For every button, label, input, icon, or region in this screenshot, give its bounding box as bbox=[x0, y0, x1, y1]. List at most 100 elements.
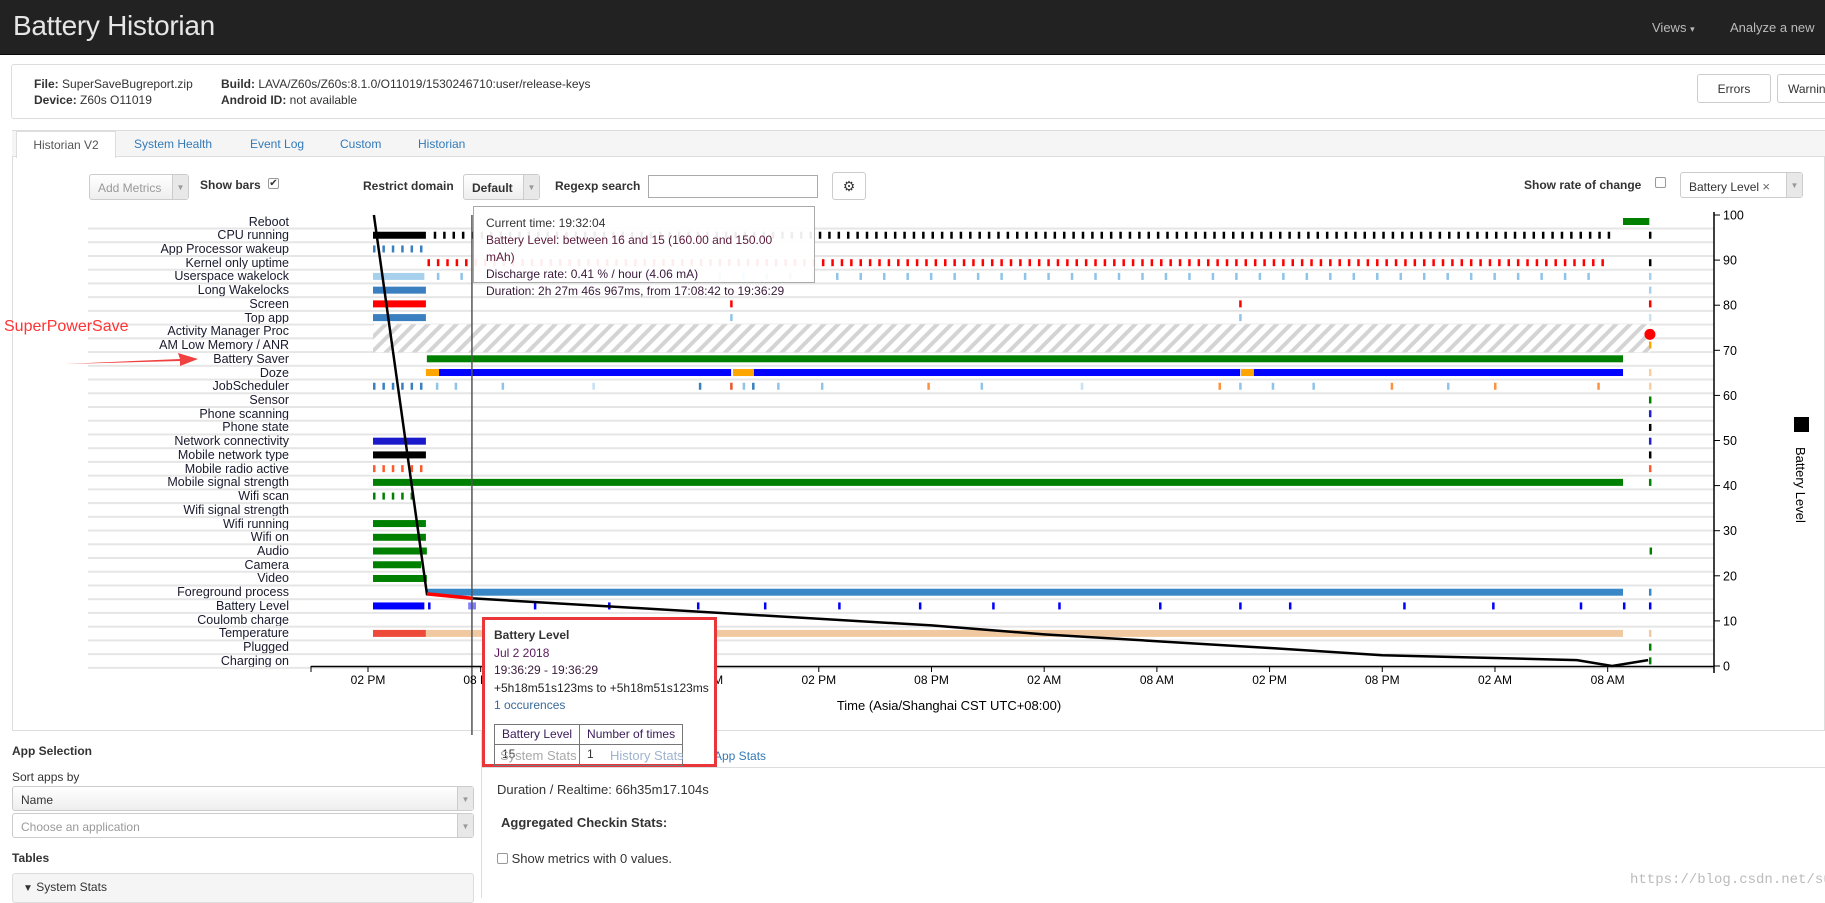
timeline-tick bbox=[1419, 231, 1423, 239]
timeline-tick bbox=[419, 465, 423, 473]
timeline-tick bbox=[1410, 231, 1413, 239]
timeline-tick bbox=[1429, 231, 1432, 239]
timeline-tick bbox=[401, 465, 404, 473]
timeline-tick bbox=[1037, 259, 1041, 267]
timeline-tick bbox=[382, 245, 385, 253]
timeline-tick bbox=[1239, 300, 1242, 308]
row-gridline bbox=[88, 447, 1714, 450]
timeline-tick bbox=[1310, 259, 1313, 267]
timeline-bar bbox=[373, 286, 426, 294]
tab-system-stats[interactable]: System Stats bbox=[500, 748, 577, 763]
system-stats-label: System Stats bbox=[36, 880, 107, 894]
timeline-bar bbox=[373, 231, 426, 239]
timeline-tick bbox=[1058, 602, 1061, 610]
timeline-tick bbox=[1188, 259, 1191, 267]
show-zero-metrics-checkbox[interactable]: Show metrics with 0 values. bbox=[497, 851, 672, 866]
timeline-tick bbox=[1413, 259, 1417, 267]
timeline-tick bbox=[1579, 602, 1583, 610]
y-tick-label: 50 bbox=[1723, 434, 1737, 448]
timeline-tick bbox=[391, 382, 395, 390]
tables-heading: Tables bbox=[12, 851, 50, 865]
timeline-tick bbox=[1516, 272, 1520, 280]
timeline-tick bbox=[1250, 231, 1254, 239]
triangle-down-icon: ▼ bbox=[23, 883, 33, 894]
timeline-tick bbox=[820, 382, 824, 390]
timeline-tick bbox=[1570, 231, 1573, 239]
sort-value: Name bbox=[21, 793, 54, 807]
timeline-bar bbox=[426, 355, 1624, 363]
timeline-tick bbox=[838, 602, 841, 610]
timeline-tick bbox=[696, 602, 700, 610]
timeline-tick bbox=[1648, 314, 1652, 322]
timeline-bar bbox=[373, 561, 422, 569]
timeline-tick bbox=[1391, 231, 1395, 239]
timeline-tick bbox=[1466, 231, 1470, 239]
timeline-tick bbox=[1648, 423, 1652, 431]
timeline-chart[interactable]: 02 PM 08 PM 02 AM 08 AM 02 PM 08 PM 02 AM 08 AM… bbox=[0, 0, 1825, 898]
timeline-tick bbox=[1325, 231, 1329, 239]
aggregated-heading: Aggregated Checkin Stats: bbox=[501, 815, 668, 830]
timeline-tick bbox=[1235, 272, 1238, 280]
timeline-tick bbox=[428, 602, 431, 610]
timeline-tick bbox=[1601, 259, 1604, 267]
timeline-tick bbox=[446, 259, 449, 267]
timeline-tick bbox=[1316, 231, 1320, 239]
timeline-tick bbox=[856, 231, 859, 239]
legend-swatch bbox=[1794, 417, 1809, 432]
timeline-tick bbox=[752, 382, 755, 390]
timeline-tick bbox=[1278, 231, 1282, 239]
timeline-tick bbox=[1047, 259, 1050, 267]
timeline-tick bbox=[1494, 231, 1498, 239]
timeline-bar bbox=[753, 369, 1241, 377]
timeline-tick bbox=[1372, 231, 1376, 239]
timeline-tick bbox=[1366, 259, 1370, 267]
system-stats-accordion[interactable]: ▼ System Stats bbox=[12, 873, 474, 903]
row-gridline bbox=[88, 529, 1714, 532]
timeline-bar bbox=[439, 369, 732, 377]
timeline-tick bbox=[1307, 231, 1310, 239]
timeline-tick bbox=[1554, 259, 1557, 267]
timeline-tick bbox=[1070, 272, 1074, 280]
timeline-tick bbox=[1376, 272, 1379, 280]
timeline-tick bbox=[742, 382, 746, 390]
sort-apps-select[interactable]: Name ▼ bbox=[12, 786, 474, 811]
row-gridline bbox=[88, 557, 1714, 560]
timeline-tick bbox=[1598, 231, 1601, 239]
timeline-tick bbox=[1034, 231, 1038, 239]
timeline-tick bbox=[1648, 369, 1652, 377]
timeline-tick bbox=[929, 272, 933, 280]
timeline-tick bbox=[1072, 231, 1075, 239]
timeline-tick bbox=[730, 314, 733, 322]
timeline-tick bbox=[1203, 231, 1207, 239]
duration-text: Duration / Realtime: 66h35m17.104s bbox=[497, 782, 709, 797]
timeline-bar bbox=[1623, 218, 1650, 225]
timeline-tick bbox=[837, 231, 841, 239]
timeline-tick bbox=[1253, 259, 1257, 267]
tab-app-stats[interactable]: App Stats bbox=[714, 749, 766, 763]
timeline-tick bbox=[1138, 231, 1141, 239]
timeline-tick bbox=[915, 259, 919, 267]
timeline-tick bbox=[1081, 231, 1085, 239]
timeline-tick bbox=[465, 259, 468, 267]
timeline-tick bbox=[903, 231, 906, 239]
timeline-tick bbox=[1469, 272, 1473, 280]
app-selection-heading: App Selection bbox=[12, 744, 93, 758]
timeline-tick bbox=[906, 272, 909, 280]
timeline-bar bbox=[373, 300, 426, 308]
timeline-tick bbox=[1526, 259, 1529, 267]
timeline-tick bbox=[1156, 231, 1160, 239]
choose-app-select[interactable]: Choose an application ▼ bbox=[12, 813, 474, 838]
timeline-bar bbox=[373, 602, 425, 610]
timeline-tick bbox=[1119, 231, 1122, 239]
tab-history-stats[interactable]: History Stats bbox=[610, 748, 684, 763]
timeline-tick bbox=[592, 382, 595, 390]
timeline-tick bbox=[1091, 231, 1094, 239]
y-tick-label: 10 bbox=[1723, 614, 1737, 628]
timeline-tick bbox=[1441, 259, 1445, 267]
chevron-down-icon: ▼ bbox=[457, 814, 473, 837]
timeline-tick bbox=[1269, 231, 1273, 239]
popup-count: 1 occurences bbox=[494, 698, 566, 712]
timeline-tick bbox=[730, 382, 733, 390]
timeline-tick bbox=[1117, 272, 1121, 280]
timeline-tick bbox=[1648, 451, 1652, 459]
